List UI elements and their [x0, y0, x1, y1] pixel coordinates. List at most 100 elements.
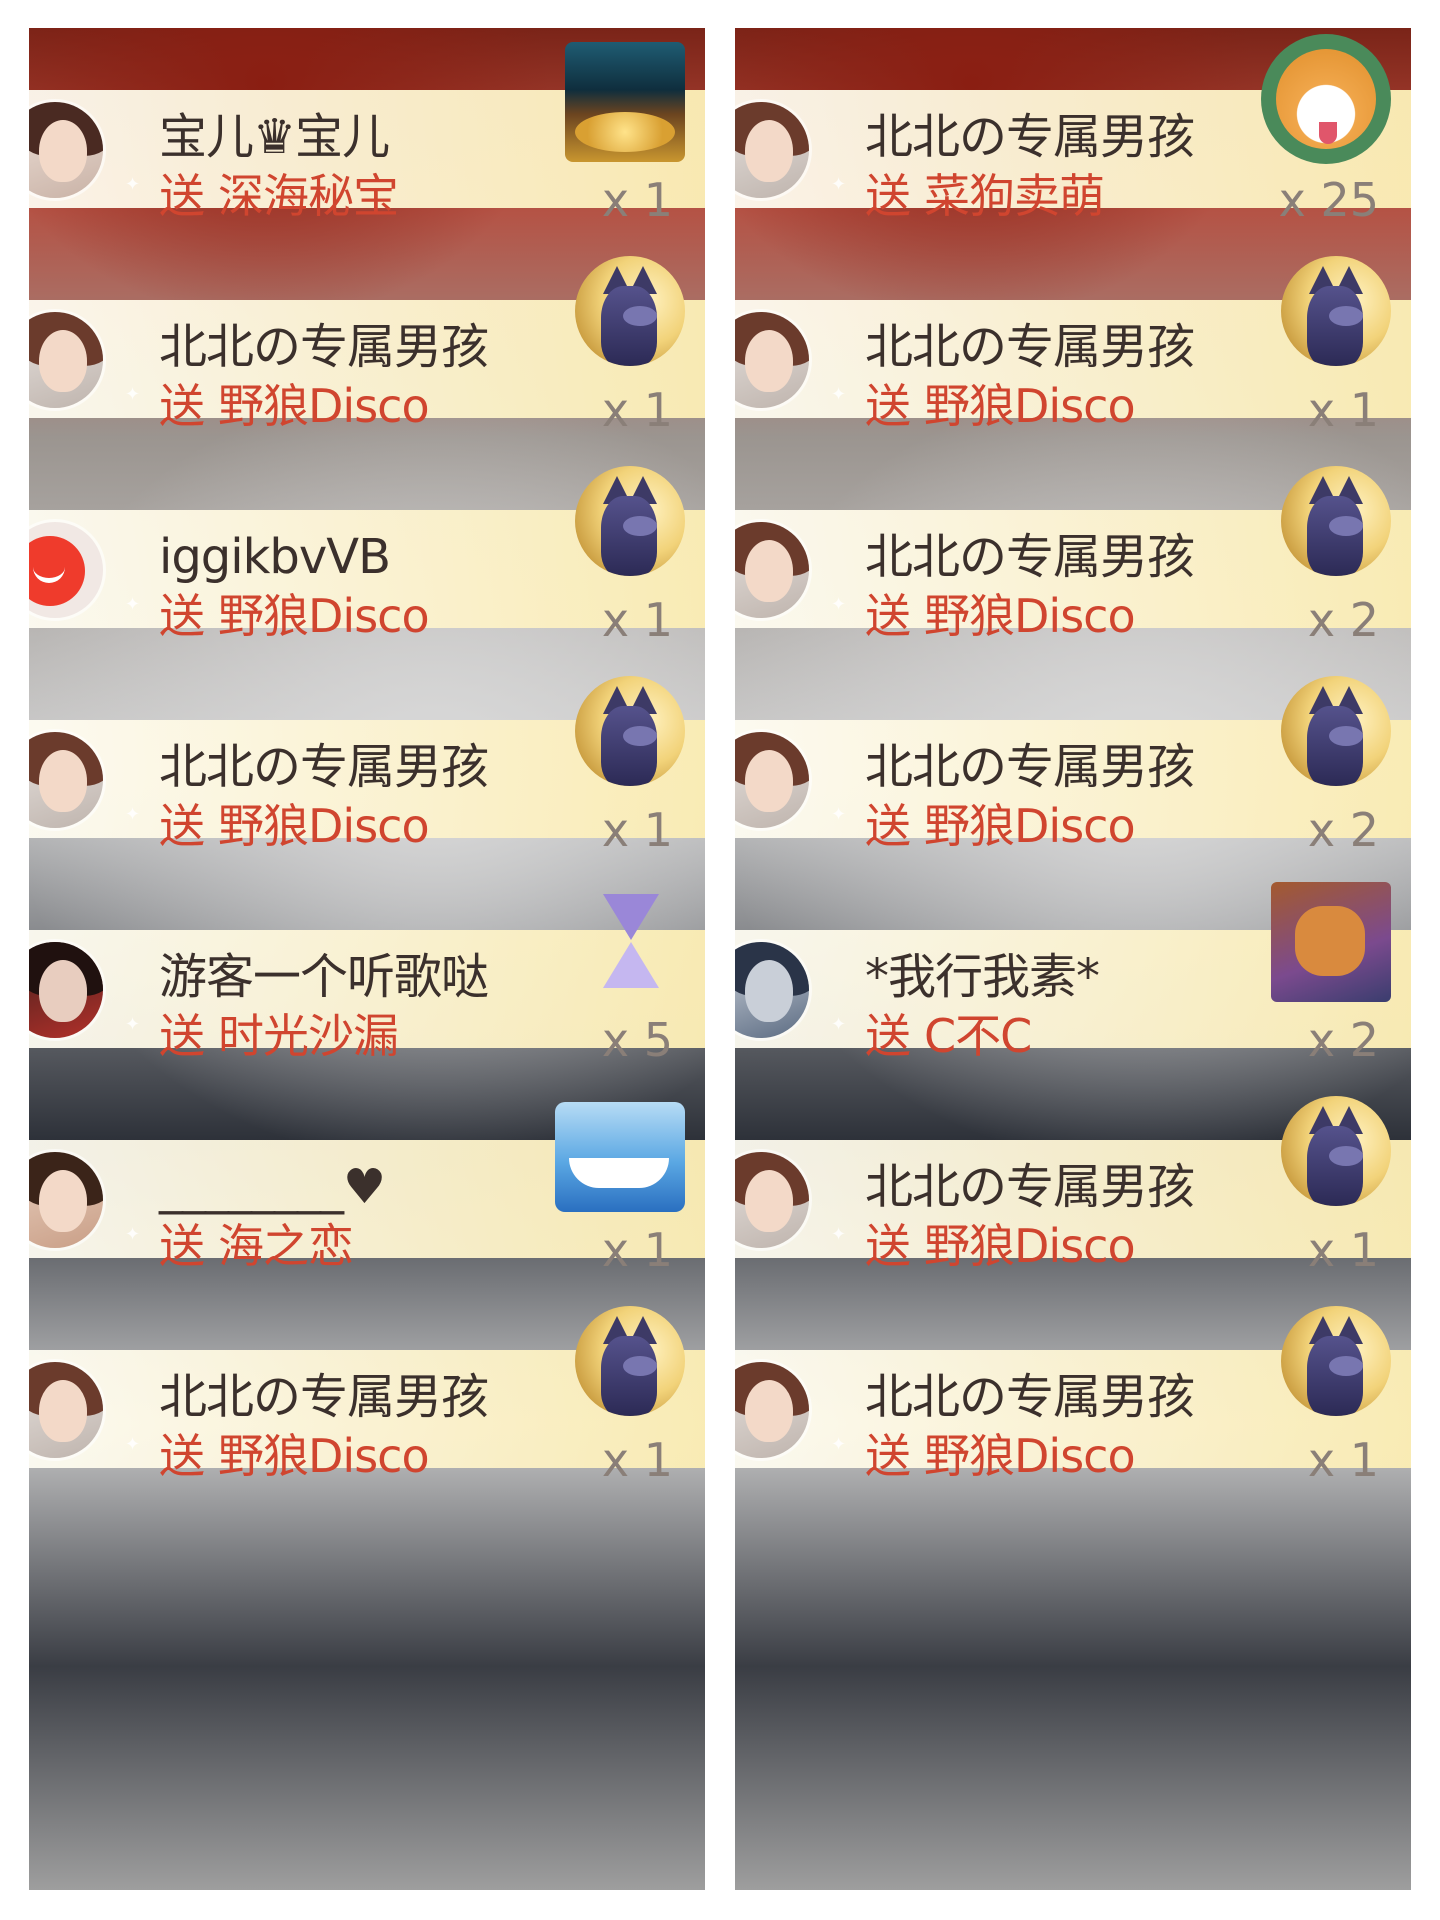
sender-name[interactable]: 宝儿♛宝儿 — [159, 108, 390, 166]
gift-count: x 1 — [601, 1433, 673, 1487]
gift-count: x 2 — [1307, 803, 1379, 857]
gift-count: x 1 — [601, 593, 673, 647]
gift-message-row: ✦ 游客一个听歌哒送时光沙漏 x 5 — [29, 868, 705, 1066]
gift-name: 海之恋 — [218, 1219, 354, 1273]
gift-description: 送野狼Disco — [159, 1428, 430, 1484]
sender-name[interactable]: ________♥ — [159, 1158, 386, 1216]
wolf-gift-icon — [1281, 676, 1391, 786]
sparkle-icon: ✦ — [831, 174, 847, 195]
gift-count: x 1 — [1307, 383, 1379, 437]
gift-description: 送深海秘宝 — [159, 168, 399, 224]
gift-count: x 25 — [1278, 173, 1379, 227]
gift-count: x 2 — [1307, 593, 1379, 647]
gift-count: x 1 — [601, 173, 673, 227]
sparkle-icon: ✦ — [125, 594, 141, 615]
gift-description: 送野狼Disco — [865, 378, 1136, 434]
gift-name: 野狼Disco — [924, 379, 1136, 433]
gift-message-row: ✦ 北北の专属男孩送野狼Disco x 1 — [735, 1288, 1411, 1486]
treasure-chest-gift-icon — [565, 42, 685, 162]
gift-description: 送野狼Disco — [159, 378, 430, 434]
sparkle-icon: ✦ — [831, 594, 847, 615]
gift-message-row: ✦ 北北の专属男孩送野狼Disco x 1 — [29, 658, 705, 856]
gift-message-row: ✦ 北北の专属男孩送野狼Disco x 2 — [735, 448, 1411, 646]
gift-message-row: ✦ 北北の专属男孩送野狼Disco x 2 — [735, 658, 1411, 856]
send-label: 送 — [865, 589, 911, 643]
gift-count: x 1 — [601, 383, 673, 437]
gift-message-row: ✦ iggikbvVB 送野狼Disco x 1 — [29, 448, 705, 646]
sparkle-icon: ✦ — [125, 1434, 141, 1455]
sparkle-icon: ✦ — [125, 804, 141, 825]
send-label: 送 — [865, 1009, 911, 1063]
wolf-gift-icon — [1281, 466, 1391, 576]
gift-message-row: ✦ 北北の专属男孩送菜狗卖萌 x 25 — [735, 28, 1411, 226]
gift-description: 送野狼Disco — [865, 588, 1136, 644]
gift-message-row: ✦ *我行我素* 送 C不C x 2 — [735, 868, 1411, 1066]
gift-name: 野狼Disco — [924, 589, 1136, 643]
gift-description: 送野狼Disco — [865, 798, 1136, 854]
send-label: 送 — [159, 379, 205, 433]
sparkle-icon: ✦ — [831, 384, 847, 405]
send-label: 送 — [865, 379, 911, 433]
gift-description: 送野狼Disco — [159, 588, 430, 644]
gift-name: 野狼Disco — [218, 1429, 430, 1483]
gift-count: x 5 — [601, 1013, 673, 1067]
gift-feed-left-column: ✦ 宝儿♛宝儿送深海秘宝 x 1 ✦ 北北の专属男孩送野狼Disco x 1 ✦ iggikb… — [29, 28, 705, 1890]
sender-name[interactable]: 北北の专属男孩 — [865, 108, 1195, 166]
gift-count: x 1 — [601, 1223, 673, 1277]
gift-name: 时光沙漏 — [218, 1009, 399, 1063]
send-label: 送 — [159, 169, 205, 223]
shiba-dog-gift-icon — [1261, 34, 1391, 164]
gift-count: x 1 — [1307, 1223, 1379, 1277]
gift-name: 菜狗卖萌 — [924, 169, 1105, 223]
send-label: 送 — [865, 799, 911, 853]
gift-message-row: ✦ 北北の专属男孩送野狼Disco x 1 — [29, 238, 705, 436]
gift-message-row: ✦ ________♥ 送海之恋 x 1 — [29, 1078, 705, 1276]
gift-description: 送野狼Disco — [865, 1218, 1136, 1274]
wolf-gift-icon — [575, 466, 685, 576]
cat-figure-gift-icon — [1271, 882, 1391, 1002]
gift-message-row: ✦ 北北の专属男孩送野狼Disco x 1 — [735, 1078, 1411, 1276]
sparkle-icon: ✦ — [125, 1224, 141, 1245]
sender-name[interactable]: 北北の专属男孩 — [865, 1158, 1195, 1216]
gift-count: x 1 — [1307, 1433, 1379, 1487]
gift-name: C不C — [924, 1009, 1032, 1063]
ship-gift-icon — [555, 1102, 685, 1212]
sparkle-icon: ✦ — [125, 384, 141, 405]
send-label: 送 — [159, 1219, 205, 1273]
sparkle-icon: ✦ — [831, 1224, 847, 1245]
gift-description: 送海之恋 — [159, 1218, 354, 1274]
send-label: 送 — [159, 799, 205, 853]
sender-name[interactable]: 北北の专属男孩 — [159, 318, 489, 376]
wolf-gift-icon — [575, 256, 685, 366]
wolf-gift-icon — [1281, 1096, 1391, 1206]
wolf-gift-icon — [1281, 1306, 1391, 1416]
gift-message-row: ✦ 北北の专属男孩送野狼Disco x 1 — [29, 1288, 705, 1486]
gift-name: 野狼Disco — [924, 799, 1136, 853]
sender-name[interactable]: iggikbvVB — [159, 528, 391, 586]
wolf-gift-icon — [1281, 256, 1391, 366]
send-label: 送 — [159, 1009, 205, 1063]
gift-count: x 1 — [601, 803, 673, 857]
send-label: 送 — [159, 1429, 205, 1483]
wolf-gift-icon — [575, 676, 685, 786]
sender-name[interactable]: 北北の专属男孩 — [159, 738, 489, 796]
sender-name[interactable]: 北北の专属男孩 — [865, 318, 1195, 376]
gift-description: 送 C不C — [865, 1008, 1032, 1064]
gift-name: 野狼Disco — [218, 589, 430, 643]
sparkle-icon: ✦ — [125, 174, 141, 195]
send-label: 送 — [159, 589, 205, 643]
sender-name[interactable]: 北北の专属男孩 — [159, 1368, 489, 1426]
gift-name: 野狼Disco — [218, 799, 430, 853]
sender-name[interactable]: 北北の专属男孩 — [865, 1368, 1195, 1426]
sender-name[interactable]: *我行我素* — [865, 948, 1100, 1006]
sparkle-icon: ✦ — [831, 804, 847, 825]
gift-name: 野狼Disco — [218, 379, 430, 433]
sparkle-icon: ✦ — [831, 1014, 847, 1035]
sender-name[interactable]: 游客一个听歌哒 — [159, 948, 489, 1006]
gift-name: 野狼Disco — [924, 1429, 1136, 1483]
sender-name[interactable]: 北北の专属男孩 — [865, 528, 1195, 586]
sender-name[interactable]: 北北の专属男孩 — [865, 738, 1195, 796]
sparkle-icon: ✦ — [125, 1014, 141, 1035]
send-label: 送 — [865, 1429, 911, 1483]
gift-name: 野狼Disco — [924, 1219, 1136, 1273]
